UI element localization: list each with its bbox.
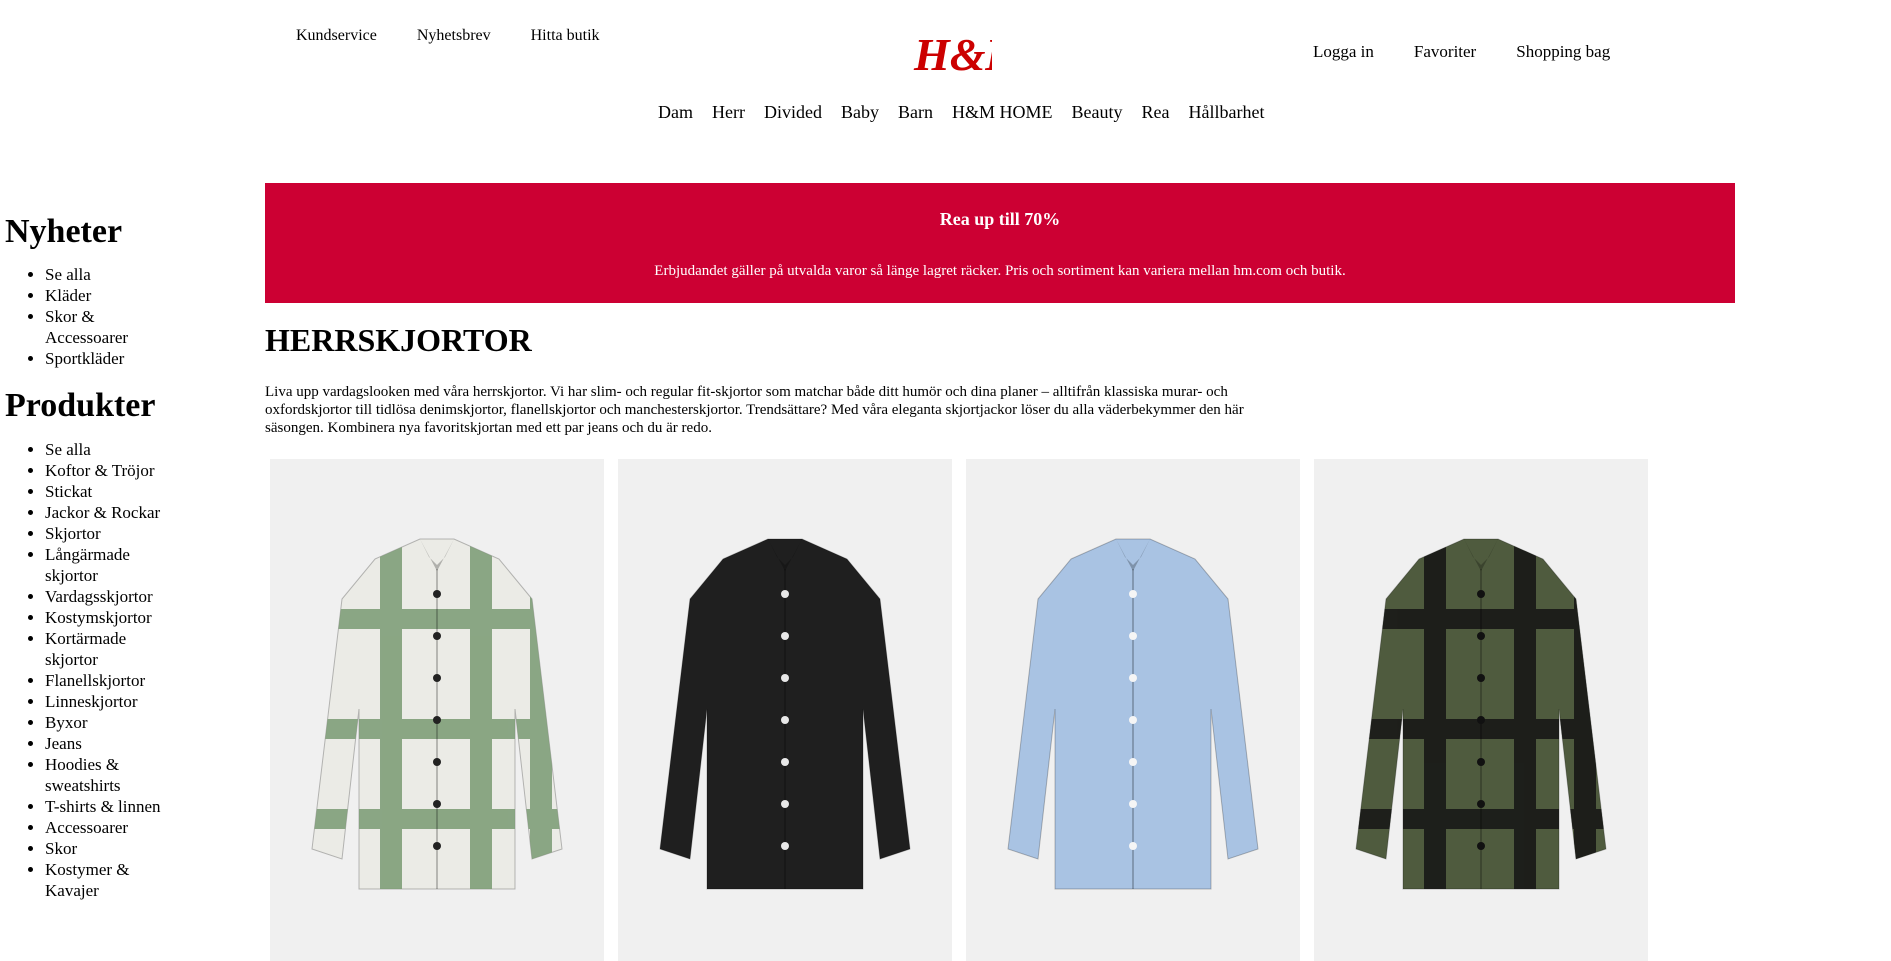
sidebar-item[interactable]: Se alla [45, 264, 170, 285]
hm-logo-icon: H&M [913, 29, 1029, 80]
find-store-link[interactable]: Hitta butik [531, 27, 600, 45]
sidebar: Nyheter Se alla Kläder Skor & Accessoare… [5, 213, 195, 919]
sidebar-list-produkter: Se alla Koftor & Tröjor Stickat Jackor &… [5, 439, 195, 901]
sidebar-link[interactable]: Kostymer & Kavajer [45, 860, 130, 900]
sidebar-link[interactable]: Skor & Accessoarer [45, 307, 128, 347]
light-blue-shirt-image [1007, 538, 1259, 890]
sidebar-item[interactable]: Kostymer & Kavajer [45, 859, 170, 901]
sale-banner-text: Erbjudandet gäller på utvalda varor så l… [654, 263, 1346, 279]
nav-item-divided[interactable]: Divided [764, 102, 822, 123]
sidebar-link[interactable]: Flanellskjortor [45, 671, 145, 690]
sidebar-item[interactable]: Kostymskjortor [45, 607, 170, 628]
sidebar-link[interactable]: Vardagsskjortor [45, 587, 153, 606]
sidebar-link[interactable]: T-shirts & linnen [45, 797, 161, 816]
sidebar-link[interactable]: Kläder [45, 286, 91, 305]
sale-banner[interactable]: Rea up till 70% Erbjudandet gäller på ut… [265, 183, 1735, 303]
sidebar-link[interactable]: Långärmade skjortor [45, 545, 130, 585]
sidebar-link[interactable]: Koftor & Tröjor [45, 461, 155, 480]
sidebar-item[interactable]: Skor [45, 838, 170, 859]
page-title: HERRSKJORTOR [265, 322, 532, 358]
sidebar-heading-nyheter: Nyheter [5, 213, 123, 250]
sidebar-item[interactable]: Accessoarer [45, 817, 170, 838]
sidebar-item[interactable]: Jeans [45, 733, 170, 754]
sidebar-link[interactable]: Se alla [45, 440, 91, 459]
sidebar-link[interactable]: Skjortor [45, 524, 101, 543]
nav-item-baby[interactable]: Baby [841, 102, 879, 123]
sidebar-item[interactable]: Skor & Accessoarer [45, 306, 170, 348]
sidebar-link[interactable]: Linneskjortor [45, 692, 138, 711]
sidebar-item[interactable]: Sportkläder [45, 348, 170, 369]
product-card[interactable] [1314, 459, 1648, 961]
sidebar-link[interactable]: Jackor & Rockar [45, 503, 160, 522]
sidebar-heading-produkter: Produkter [5, 387, 156, 425]
favorites-link[interactable]: Favoriter [1414, 42, 1476, 62]
checked-overshirt-green-image [311, 538, 563, 890]
nav-item-beauty[interactable]: Beauty [1072, 102, 1123, 123]
sidebar-item[interactable]: Långärmade skjortor [45, 544, 170, 586]
nav-item-dam[interactable]: Dam [658, 102, 693, 123]
newsletter-link[interactable]: Nyhetsbrev [417, 27, 491, 45]
sidebar-link[interactable]: Kortärmade skjortor [45, 629, 126, 669]
product-card[interactable] [618, 459, 952, 961]
black-shirt-image [659, 538, 911, 890]
nav-item-hm-home[interactable]: H&M HOME [952, 102, 1053, 123]
sidebar-link[interactable]: Se alla [45, 265, 91, 284]
utility-nav: Kundservice Nyhetsbrev Hitta butik [296, 27, 600, 45]
product-card[interactable] [966, 459, 1300, 961]
sidebar-list-nyheter: Se alla Kläder Skor & Accessoarer Sportk… [5, 264, 195, 369]
product-grid [270, 459, 1648, 961]
sidebar-link[interactable]: Kostymskjortor [45, 608, 152, 627]
main-nav: Dam Herr Divided Baby Barn H&M HOME Beau… [658, 102, 1264, 123]
svg-text:H&M: H&M [913, 29, 992, 80]
sidebar-item[interactable]: Hoodies & sweatshirts [45, 754, 170, 796]
login-link[interactable]: Logga in [1313, 42, 1374, 62]
sidebar-link[interactable]: Sportkläder [45, 349, 124, 368]
sidebar-link[interactable]: Hoodies & sweatshirts [45, 755, 121, 795]
nav-item-herr[interactable]: Herr [712, 102, 745, 123]
shopping-bag-link[interactable]: Shopping bag [1516, 42, 1610, 62]
sidebar-link[interactable]: Skor [45, 839, 77, 858]
sidebar-item[interactable]: Kortärmade skjortor [45, 628, 170, 670]
sidebar-item[interactable]: Stickat [45, 481, 170, 502]
sale-banner-title: Rea up till 70% [939, 209, 1061, 229]
sidebar-item[interactable]: Jackor & Rockar [45, 502, 170, 523]
product-card[interactable] [270, 459, 604, 961]
checked-flannel-shirt-image [1355, 538, 1607, 890]
sidebar-link[interactable]: Accessoarer [45, 818, 128, 837]
sidebar-item[interactable]: Skjortor [45, 523, 170, 544]
nav-item-hallbarhet[interactable]: Hållbarhet [1188, 102, 1264, 123]
sidebar-link[interactable]: Stickat [45, 482, 92, 501]
sidebar-link[interactable]: Jeans [45, 734, 82, 753]
customer-service-link[interactable]: Kundservice [296, 27, 377, 45]
hm-logo[interactable]: H&M [912, 20, 1029, 80]
sidebar-item[interactable]: Vardagsskjortor [45, 586, 170, 607]
sidebar-item[interactable]: Koftor & Tröjor [45, 460, 170, 481]
sidebar-link[interactable]: Byxor [45, 713, 88, 732]
category-intro: Liva upp vardagslooken med våra herrskjo… [265, 384, 1244, 436]
nav-item-barn[interactable]: Barn [898, 102, 933, 123]
sidebar-item[interactable]: Se alla [45, 439, 170, 460]
account-nav: Logga in Favoriter Shopping bag [1313, 42, 1610, 62]
sidebar-item[interactable]: Flanellskjortor [45, 670, 170, 691]
sidebar-item[interactable]: T-shirts & linnen [45, 796, 170, 817]
sidebar-item[interactable]: Byxor [45, 712, 170, 733]
nav-item-rea[interactable]: Rea [1142, 102, 1170, 123]
sidebar-item[interactable]: Linneskjortor [45, 691, 170, 712]
sidebar-item[interactable]: Kläder [45, 285, 170, 306]
